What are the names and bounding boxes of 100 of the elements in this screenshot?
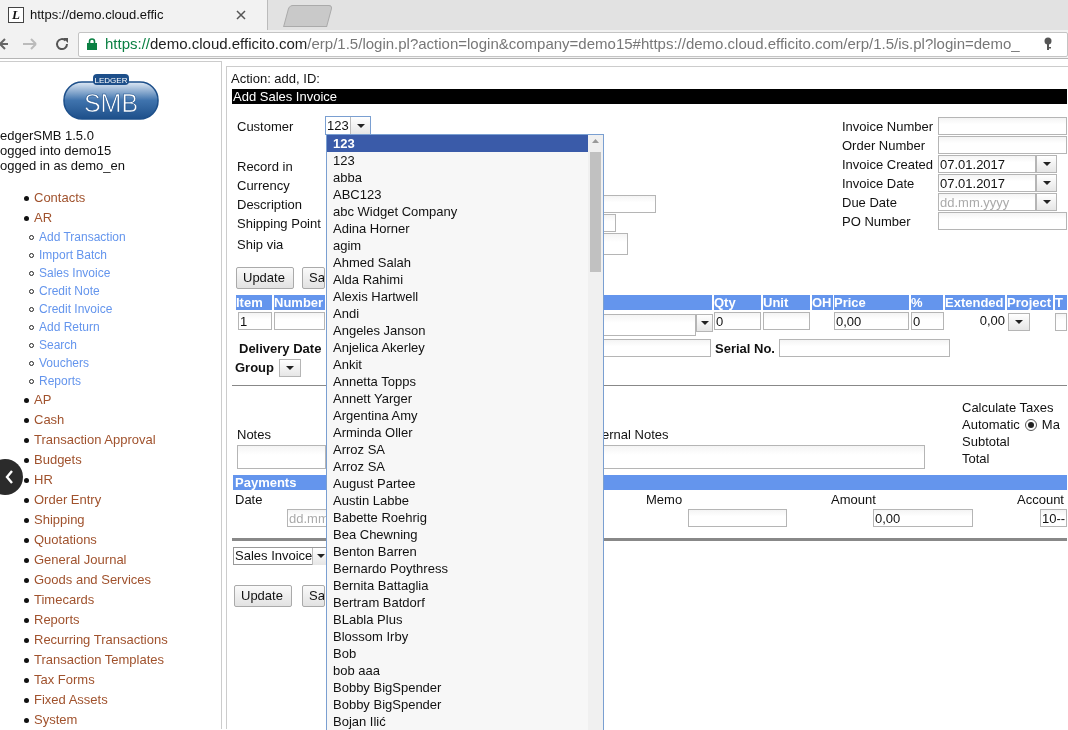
input-field[interactable] [602,444,925,469]
dropdown-option[interactable]: abc Widget Company [327,203,588,220]
dropdown-option[interactable]: Arroz SA [327,458,588,475]
dropdown-option[interactable]: 123 [327,135,588,152]
dropdown-option[interactable]: Bertram Batdorf [327,594,588,611]
select-field[interactable]: 123 [325,116,371,135]
dropdown-option[interactable]: Anjelica Akerley [327,339,588,356]
scrollbar-thumb[interactable] [590,152,601,272]
dropdown-option[interactable]: abba [327,169,588,186]
input-field[interactable]: 10-- [1040,509,1067,527]
menu-link[interactable]: Transaction Approval [34,432,156,448]
back-icon[interactable] [0,37,8,51]
browser-tab[interactable]: L https://demo.cloud.effic [0,0,268,30]
input-field[interactable]: 0,00 [873,509,973,527]
save-button[interactable]: Sa [302,585,325,607]
dropdown-button[interactable] [1036,174,1057,192]
address-bar[interactable]: https://demo.cloud.efficito.com/erp/1.5/login.pl?action=login&company=demo15#https://demo.cloud.efficito.com/erp/1.5/is.pl?login=demo_ [78,31,1068,57]
menu-link[interactable]: Timecards [34,592,95,608]
dropdown-option[interactable]: 123 [327,152,588,169]
menu-link[interactable]: Cash [34,412,65,428]
update-button[interactable]: Update [234,585,292,607]
dropdown-option[interactable]: Adina Horner [327,220,588,237]
dropdown-option[interactable]: Andi [327,305,588,322]
input-field[interactable] [779,339,950,357]
menu-link[interactable]: Shipping [34,512,85,528]
dropdown-option[interactable]: bob aaa [327,662,588,679]
dropdown-option[interactable]: Angeles Janson [327,322,588,339]
menu-link[interactable]: Budgets [34,452,82,468]
input-field[interactable]: 0 [714,312,761,330]
dropdown-option[interactable]: Bobby BigSpender [327,696,588,713]
menu-link[interactable]: Quotations [34,532,97,548]
menu-link[interactable]: HR [34,472,53,488]
save-button[interactable]: Sa [302,267,325,289]
input-field[interactable] [603,233,628,255]
dropdown-option[interactable]: ABC123 [327,186,588,203]
input-field[interactable] [603,339,711,357]
dropdown-option[interactable]: Austin Labbe [327,492,588,509]
input-field[interactable] [274,312,325,330]
dropdown-option[interactable]: Bob [327,645,588,662]
menu-link[interactable]: System [34,712,78,728]
dropdown-option[interactable]: Annetta Topps [327,373,588,390]
dropdown-button[interactable] [1036,155,1057,173]
input-field[interactable] [1055,313,1067,331]
input-field[interactable]: 0,00 [834,312,909,330]
menu-link[interactable]: Contacts [34,190,86,206]
dropdown-option[interactable]: Bernardo Poythress [327,560,588,577]
input-field[interactable]: 0 [911,312,944,330]
input-field[interactable] [938,117,1067,135]
dropdown-button[interactable] [1036,193,1057,211]
menu-link[interactable]: Reports [34,612,80,628]
dropdown-option[interactable]: Argentina Amy [327,407,588,424]
dropdown-option[interactable]: BLabla Plus [327,611,588,628]
key-icon[interactable] [1043,37,1053,51]
input-field[interactable]: 07.01.2017 [938,174,1036,192]
dropdown-option[interactable]: Bernita Battaglia [327,577,588,594]
dropdown-option[interactable]: Blossom Irby [327,628,588,645]
menu-link[interactable]: Order Entry [34,492,102,508]
menu-link[interactable]: AR [34,210,53,226]
input-field[interactable]: dd.mm.yyyy [938,193,1036,211]
menu-link[interactable]: Goods and Services [34,572,152,588]
input-field[interactable] [237,444,326,469]
dropdown-option[interactable]: Ankit [327,356,588,373]
dropdown-option[interactable]: Bojan Ilić [327,713,588,730]
menu-link[interactable]: Tax Forms [34,672,95,688]
select-field[interactable]: Sales Invoice [233,547,329,565]
new-tab-button[interactable] [283,5,333,27]
dropdown-option[interactable]: Alexis Hartwell [327,288,588,305]
menu-link[interactable]: Recurring Transactions [34,632,168,648]
dropdown-button[interactable] [1008,313,1030,331]
input-field[interactable] [688,509,787,527]
input-field[interactable] [938,136,1067,154]
dropdown-option[interactable]: Alda Rahimi [327,271,588,288]
dropdown-option[interactable]: Bea Chewning [327,526,588,543]
dropdown-option[interactable]: Annett Yarger [327,390,588,407]
forward-icon[interactable] [22,37,38,51]
input-field[interactable] [938,212,1067,230]
input-field[interactable]: 1 [238,312,272,330]
input-field[interactable] [763,312,810,330]
dropdown-option[interactable]: Benton Barren [327,543,588,560]
dropdown-button[interactable] [279,359,301,377]
dropdown-option[interactable]: Arroz SA [327,441,588,458]
input-field[interactable] [603,195,656,213]
menu-link[interactable]: General Journal [34,552,127,568]
field-label: Calculate Taxes [962,399,1054,416]
input-field[interactable]: 07.01.2017 [938,155,1036,173]
dropdown-option[interactable]: Arminda Oller [327,424,588,441]
scrollbar[interactable] [588,135,603,730]
reload-icon[interactable] [54,36,70,52]
menu-link[interactable]: Fixed Assets [34,692,108,708]
dropdown-button[interactable] [696,314,713,332]
menu-link[interactable]: AP [34,392,52,408]
menu-link[interactable]: Transaction Templates [34,652,165,668]
update-button[interactable]: Update [236,267,294,289]
close-icon[interactable] [236,10,246,20]
dropdown-option[interactable]: agim [327,237,588,254]
input-field[interactable] [603,314,696,336]
dropdown-option[interactable]: Bobby BigSpender [327,679,588,696]
dropdown-option[interactable]: Ahmed Salah [327,254,588,271]
radio-button[interactable] [1024,418,1037,431]
dropdown-option[interactable]: August Partee [327,475,588,492]
